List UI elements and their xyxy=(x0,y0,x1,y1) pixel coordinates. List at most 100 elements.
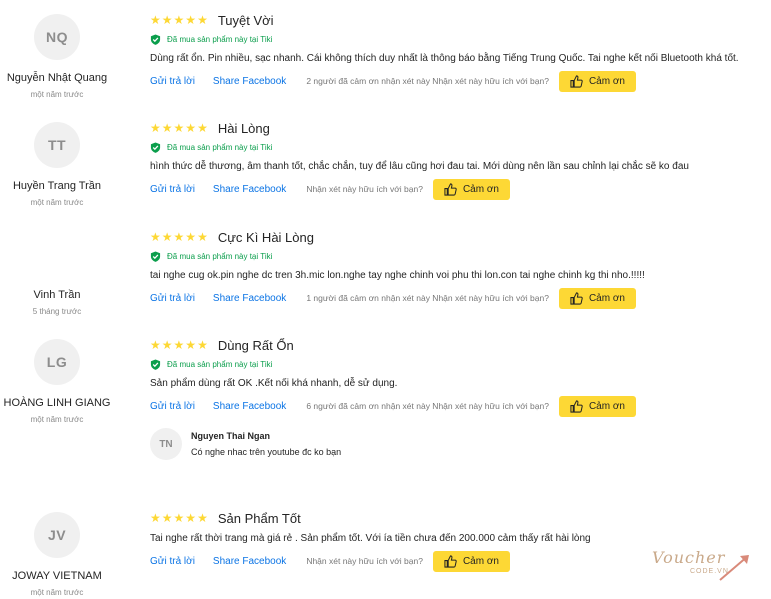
reply-text: Có nghe nhac trên youtube đc ko bạn xyxy=(191,447,342,457)
reply-link[interactable]: Gửi trả lời xyxy=(150,293,195,304)
arrow-icon xyxy=(719,555,749,581)
verified-purchase-label: Đã mua sản phẩm này tại Tiki xyxy=(167,142,273,152)
star-icon: ★ xyxy=(197,511,208,525)
star-icon: ★ xyxy=(173,511,185,525)
reviewer-info: NQ Nguyễn Nhật Quang một năm trước xyxy=(0,14,114,99)
share-facebook-link[interactable]: Share Facebook xyxy=(213,401,286,412)
thanks-button[interactable]: Cảm ơn xyxy=(432,550,510,572)
thanks-label: Cảm ơn xyxy=(462,183,499,195)
reviewer-name: JOWAY VIETNAM xyxy=(12,570,102,582)
verified-purchase: Đã mua sản phẩm này tại Tiki xyxy=(150,358,765,370)
reply-link[interactable]: Gửi trả lời xyxy=(150,184,195,195)
reply-link[interactable]: Gửi trả lời xyxy=(150,556,195,567)
shield-check-icon xyxy=(150,250,161,262)
avatar: JV xyxy=(34,512,80,558)
share-facebook-link[interactable]: Share Facebook xyxy=(213,556,286,567)
review-text: tai nghe cug ok.pin nghe dc tren 3h.mic … xyxy=(150,270,645,281)
star-icon: ★ xyxy=(197,121,208,135)
star-icon: ★ xyxy=(185,230,197,244)
star-icon: ★ xyxy=(161,230,173,244)
review-text: Sản phẩm dùng rất OK .Kết nối khá nhanh,… xyxy=(150,378,398,389)
thanks-button[interactable]: Cảm ơn xyxy=(558,395,636,417)
star-icon: ★ xyxy=(185,13,197,27)
shield-check-icon xyxy=(150,141,161,153)
verified-purchase: Đã mua sản phẩm này tại Tiki xyxy=(150,141,765,153)
review-actions: Gửi trả lời Share Facebook 6 người đã cả… xyxy=(150,395,765,417)
avatar: NQ xyxy=(34,14,80,60)
reviewer-info: TT Huyền Trang Trần một năm trước xyxy=(0,122,114,207)
star-icon: ★ xyxy=(173,338,185,352)
star-icon: ★ xyxy=(173,121,185,135)
watermark-logo: Voucher CODE.VN xyxy=(646,548,756,584)
star-icon: ★ xyxy=(161,121,173,135)
star-icon: ★ xyxy=(185,121,197,135)
star-icon: ★ xyxy=(161,13,173,27)
review-content: ★ ★ ★ ★ ★ Dùng Rất Ổn Đã mua sản phẩm này tạ… xyxy=(150,337,765,417)
star-icon: ★ xyxy=(185,338,197,352)
thanks-label: Cảm ơn xyxy=(588,400,625,412)
reviewer-name: Vinh Trần xyxy=(33,289,81,301)
share-facebook-link[interactable]: Share Facebook xyxy=(213,76,286,87)
star-icon: ★ xyxy=(150,511,161,525)
helpful-count: 2 người đã cảm ơn nhận xét này Nhận xét … xyxy=(306,76,549,86)
reply-link[interactable]: Gửi trả lời xyxy=(150,76,195,87)
review-actions: Gửi trả lời Share Facebook 2 người đã cả… xyxy=(150,70,765,92)
shield-check-icon xyxy=(150,33,161,45)
helpful-count: 6 người đã cảm ơn nhận xét này Nhận xét … xyxy=(306,401,549,411)
rating-stars: ★ ★ ★ ★ ★ xyxy=(150,512,208,524)
star-icon: ★ xyxy=(173,230,185,244)
star-icon: ★ xyxy=(197,230,208,244)
verified-purchase-label: Đã mua sản phẩm này tại Tiki xyxy=(167,359,273,369)
helpful-count: 1 người đã cảm ơn nhận xét này Nhận xét … xyxy=(306,293,549,303)
star-icon: ★ xyxy=(185,511,197,525)
review-actions: Gửi trả lời Share Facebook Nhận xét này … xyxy=(150,178,765,200)
thanks-label: Cảm ơn xyxy=(588,292,625,304)
reviewer-info: LG HOÀNG LINH GIANG một năm trước xyxy=(0,339,114,424)
star-icon: ★ xyxy=(173,13,185,27)
review-text: Dùng rất ổn. Pin nhiều, sạc nhanh. Cái k… xyxy=(150,53,739,64)
avatar: LG xyxy=(34,339,80,385)
share-facebook-link[interactable]: Share Facebook xyxy=(213,293,286,304)
review-content: ★ ★ ★ ★ ★ Cực Kì Hài Lòng Đã mua sản phẩm nà… xyxy=(150,229,765,309)
verified-purchase: Đã mua sản phẩm này tại Tiki xyxy=(150,250,765,262)
thanks-label: Cảm ơn xyxy=(462,555,499,567)
thanks-button[interactable]: Cảm ơn xyxy=(558,287,636,309)
share-facebook-link[interactable]: Share Facebook xyxy=(213,184,286,195)
thanks-label: Cảm ơn xyxy=(588,75,625,87)
review-actions: Gửi trả lời Share Facebook 1 người đã cả… xyxy=(150,287,765,309)
thanks-button[interactable]: Cảm ơn xyxy=(432,178,510,200)
review-text: hình thức dễ thương, âm thanh tốt, chắc … xyxy=(150,161,689,172)
star-icon: ★ xyxy=(150,230,161,244)
thanks-button[interactable]: Cảm ơn xyxy=(558,70,636,92)
star-icon: ★ xyxy=(150,13,161,27)
rating-stars: ★ ★ ★ ★ ★ xyxy=(150,339,208,351)
review-time: một năm trước xyxy=(30,90,84,99)
star-icon: ★ xyxy=(197,13,208,27)
helpful-count: Nhận xét này hữu ích với bạn? xyxy=(306,556,423,566)
star-icon: ★ xyxy=(161,338,173,352)
star-icon: ★ xyxy=(161,511,173,525)
verified-purchase-label: Đã mua sản phẩm này tại Tiki xyxy=(167,34,273,44)
thumbs-up-icon xyxy=(570,291,583,305)
star-icon: ★ xyxy=(150,121,161,135)
watermark-text: Voucher xyxy=(652,548,726,567)
review-content: ★ ★ ★ ★ ★ Tuyệt Vời Đã mua sản phẩm này tại … xyxy=(150,12,765,92)
reviewer-name: HOÀNG LINH GIANG xyxy=(3,397,111,409)
avatar: TT xyxy=(34,122,80,168)
reply-link[interactable]: Gửi trả lời xyxy=(150,401,195,412)
star-icon: ★ xyxy=(197,338,208,352)
reviewer-name: Nguyễn Nhật Quang xyxy=(6,72,108,84)
shield-check-icon xyxy=(150,358,161,370)
reply-author: Nguyen Thai Ngan xyxy=(191,431,271,441)
review-title: Dùng Rất Ổn xyxy=(217,337,294,353)
review-time: một năm trước xyxy=(30,198,84,207)
rating-stars: ★ ★ ★ ★ ★ xyxy=(150,122,208,134)
review-title: Tuyệt Vời xyxy=(217,12,274,28)
thumbs-up-icon xyxy=(444,554,457,568)
review-content: ★ ★ ★ ★ ★ Hài Lòng Đã mua sản phẩm này tại T… xyxy=(150,120,765,200)
verified-purchase: Đã mua sản phẩm này tại Tiki xyxy=(150,33,765,45)
helpful-count: Nhận xét này hữu ích với bạn? xyxy=(306,184,423,194)
avatar: TN xyxy=(150,428,182,460)
thumbs-up-icon xyxy=(570,399,583,413)
thumbs-up-icon xyxy=(444,182,457,196)
